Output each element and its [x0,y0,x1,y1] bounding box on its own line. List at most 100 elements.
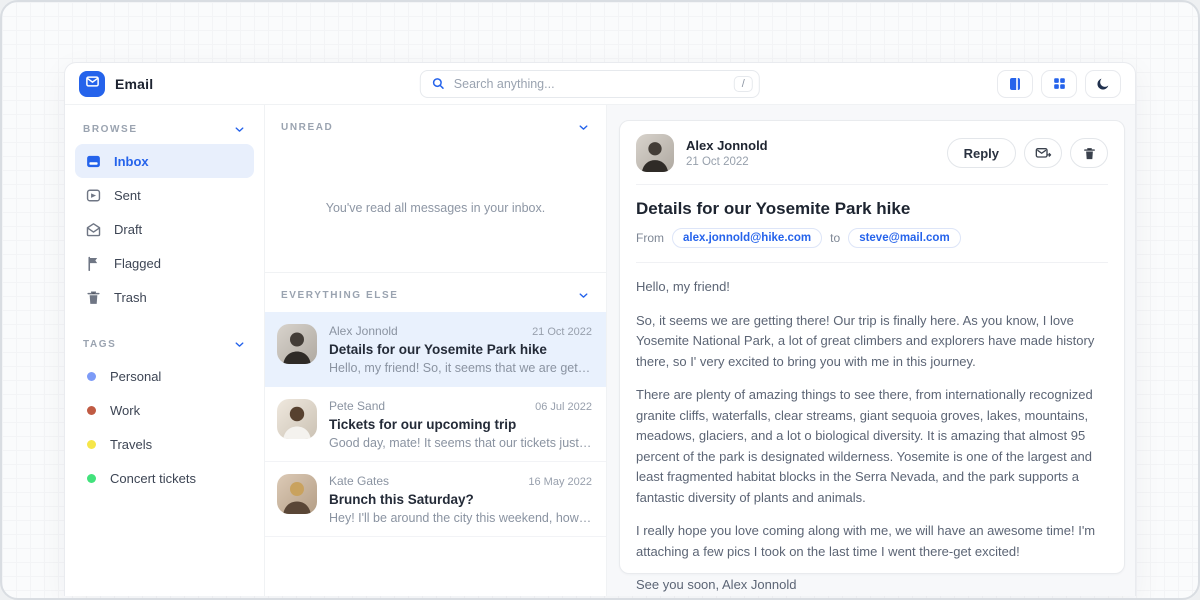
topbar-actions [997,70,1121,98]
email-detail-card: Alex Jonnold 21 Oct 2022 Reply [619,120,1125,574]
book-button[interactable] [997,70,1033,98]
sidebar-item-label: Inbox [114,154,149,169]
browser-frame: Email / [0,0,1200,600]
search-icon [431,76,446,91]
body-paragraph: I really hope you love coming along with… [636,521,1108,562]
tag-color-dot [87,474,96,483]
dark-mode-button[interactable] [1085,70,1121,98]
chevron-down-icon[interactable] [577,289,590,302]
top-bar: Email / [65,63,1135,105]
tag-item-concert-tickets[interactable]: Concert tickets [75,461,254,495]
tag-label: Work [110,403,140,418]
tag-color-dot [87,372,96,381]
everything-else-label: EVERYTHING ELSE [281,290,399,301]
mail-subject: Brunch this Saturday? [329,492,592,507]
to-address-pill[interactable]: steve@mail.com [848,228,960,248]
tag-item-work[interactable]: Work [75,393,254,427]
sidebar-item-inbox[interactable]: Inbox [75,144,254,178]
detail-sender-block: Alex Jonnold 21 Oct 2022 [686,138,768,168]
sidebar-item-label: Draft [114,222,142,237]
tag-color-dot [87,406,96,415]
unread-empty-message: You've read all messages in your inbox. [265,144,606,272]
book-icon [1007,76,1023,92]
unread-section-header[interactable]: UNREAD [265,105,606,144]
mail-item-content: Alex Jonnold 21 Oct 2022 Details for our… [329,324,592,375]
mail-list-item[interactable]: Kate Gates 16 May 2022 Brunch this Satur… [265,462,606,537]
sidebar-item-draft[interactable]: Draft [75,212,254,246]
mail-date: 21 Oct 2022 [532,326,592,338]
chevron-down-icon[interactable] [233,338,246,351]
reply-button[interactable]: Reply [947,138,1016,168]
app-logo [79,71,105,97]
mail-sender: Alex Jonnold [329,324,398,338]
mail-date: 06 Jul 2022 [535,401,592,413]
avatar [636,134,674,172]
to-label: to [830,231,840,245]
trash-icon [1082,146,1097,161]
mail-date: 16 May 2022 [528,476,592,488]
app-title: Email [115,76,153,92]
tags-section-header[interactable]: TAGS [75,328,254,359]
detail-actions: Reply [947,138,1108,168]
delete-mail-button[interactable] [1070,138,1108,168]
search-box[interactable]: / [420,70,760,98]
browse-section-header[interactable]: BROWSE [75,113,254,144]
from-address-pill[interactable]: alex.jonnold@hike.com [672,228,822,248]
mail-subject: Details for our Yosemite Park hike [329,342,592,357]
tag-item-personal[interactable]: Personal [75,359,254,393]
sidebar-item-label: Trash [114,290,147,305]
tag-color-dot [87,440,96,449]
chevron-down-icon[interactable] [577,121,590,134]
sidebar-item-label: Flagged [114,256,161,271]
email-subject: Details for our Yosemite Park hike [636,199,1108,219]
from-label: From [636,231,664,245]
moon-icon [1095,76,1111,92]
inbox-icon [85,153,102,170]
mail-preview: Hey! I'll be around the city this weeken… [329,511,592,525]
envelope-icon [85,74,100,94]
tag-label: Concert tickets [110,471,196,486]
mail-list-item[interactable]: Alex Jonnold 21 Oct 2022 Details for our… [265,312,606,387]
sidebar-item-flagged[interactable]: Flagged [75,246,254,280]
everything-else-section-header[interactable]: EVERYTHING ELSE [265,273,606,312]
mail-item-content: Pete Sand 06 Jul 2022 Tickets for our up… [329,399,592,450]
divider [636,262,1108,263]
main-area: BROWSE Inbox Sent [65,105,1135,596]
from-to-row: From alex.jonnold@hike.com to steve@mail… [636,228,1108,248]
search-shortcut-badge: / [734,76,753,92]
forward-mail-button[interactable] [1024,138,1062,168]
flag-icon [85,255,102,272]
mail-sender: Kate Gates [329,474,389,488]
body-paragraph: There are plenty of amazing things to se… [636,385,1108,508]
sent-icon [85,187,102,204]
message-list-column: UNREAD You've read all messages in your … [265,105,607,596]
chevron-down-icon[interactable] [233,123,246,136]
grid-icon [1052,76,1067,91]
detail-header: Alex Jonnold 21 Oct 2022 Reply [636,134,1108,172]
sidebar: BROWSE Inbox Sent [65,105,265,596]
divider [636,184,1108,185]
sidebar-item-trash[interactable]: Trash [75,280,254,314]
sidebar-item-label: Sent [114,188,141,203]
detail-sender-name: Alex Jonnold [686,138,768,153]
apps-grid-button[interactable] [1041,70,1077,98]
email-detail-pane: Alex Jonnold 21 Oct 2022 Reply [607,105,1135,596]
search-input[interactable] [454,77,734,91]
detail-date: 21 Oct 2022 [686,156,768,168]
trash-icon [85,289,102,306]
mail-list-item[interactable]: Pete Sand 06 Jul 2022 Tickets for our up… [265,387,606,462]
body-paragraph: So, it seems we are getting there! Our t… [636,311,1108,373]
avatar [277,399,317,439]
mail-subject: Tickets for our upcoming trip [329,417,592,432]
tags-label: TAGS [83,339,116,350]
body-paragraph: See you soon, Alex Jonnold [636,575,1108,596]
draft-icon [85,221,102,238]
tag-label: Travels [110,437,152,452]
tag-item-travels[interactable]: Travels [75,427,254,461]
avatar [277,324,317,364]
sidebar-item-sent[interactable]: Sent [75,178,254,212]
unread-label: UNREAD [281,122,333,133]
browse-label: BROWSE [83,124,138,135]
mail-preview: Hello, my friend! So, it seems that we a… [329,361,592,375]
mail-sender: Pete Sand [329,399,385,413]
